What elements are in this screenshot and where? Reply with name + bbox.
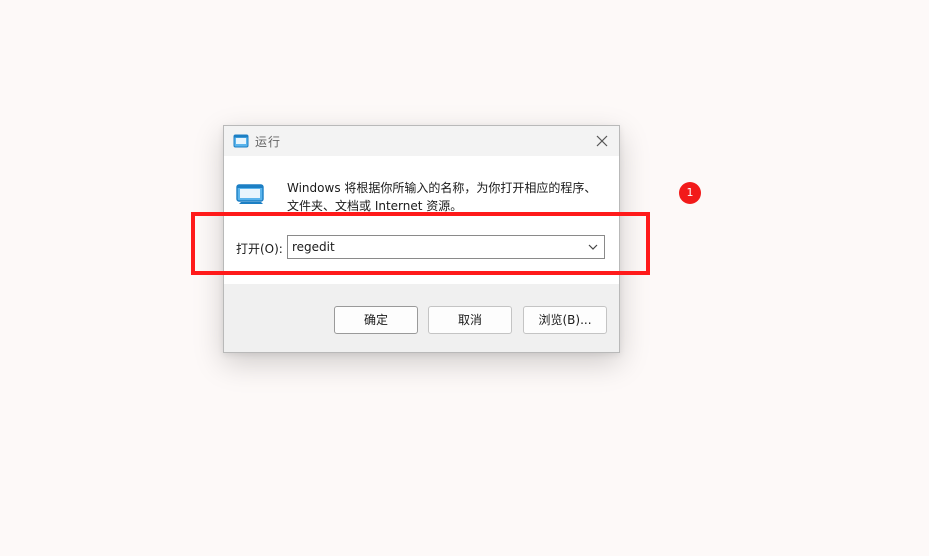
run-dialog-icon: [233, 134, 249, 148]
title-bar: 运行: [224, 126, 619, 156]
dialog-title: 运行: [255, 135, 282, 149]
browse-button[interactable]: 浏览(B)...: [523, 306, 607, 334]
run-app-icon: [236, 184, 264, 204]
highlight-box: [191, 212, 650, 275]
close-icon[interactable]: [593, 132, 611, 150]
cancel-button[interactable]: 取消: [428, 306, 512, 334]
step-badge: 1: [679, 182, 701, 204]
ok-button[interactable]: 确定: [334, 306, 418, 334]
dialog-description: Windows 将根据你所输入的名称，为你打开相应的程序、文件夹、文档或 Int…: [287, 181, 597, 213]
